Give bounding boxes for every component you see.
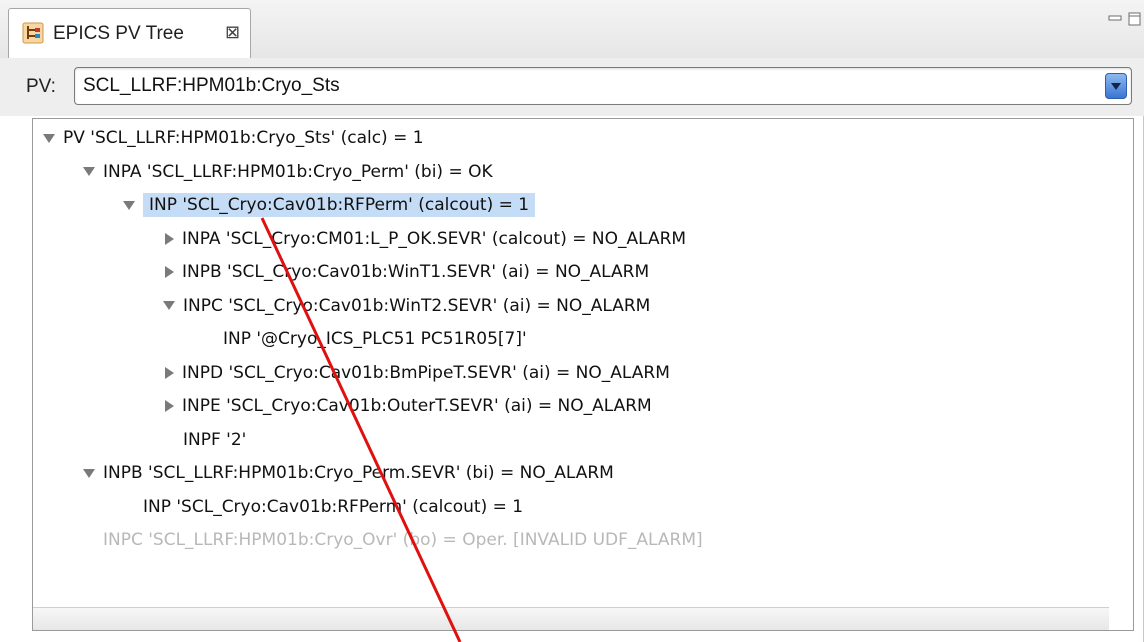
tree-node[interactable]: INP '@Cryo_ICS_PLC51 PC51R05[7]': [223, 322, 527, 356]
expanded-triangle-icon[interactable]: [83, 167, 95, 176]
tab-epics-pv-tree[interactable]: EPICS PV Tree ⊠: [8, 8, 251, 59]
pv-dropdown-button[interactable]: [1105, 73, 1127, 99]
tree-node-label: INPB 'SCL_Cryo:Cav01b:WinT1.SEVR' (ai) =…: [182, 262, 650, 282]
pv-name-row: PV:: [0, 58, 1144, 116]
expanded-triangle-icon[interactable]: [43, 133, 55, 143]
tree-node[interactable]: INPC 'SCL_Cryo:Cav01b:WinT2.SEVR' (ai) =…: [163, 289, 650, 323]
tree-node[interactable]: PV 'SCL_LLRF:HPM01b:Cryo_Sts' (calc) = 1: [43, 121, 424, 155]
tree-node[interactable]: INPA 'SCL_Cryo:CM01:L_P_OK.SEVR' (calcou…: [163, 222, 686, 256]
view-tab-bar: EPICS PV Tree ⊠: [0, 0, 1144, 59]
pv-label: PV:: [26, 76, 56, 97]
tree-node-label: INPF '2': [183, 429, 247, 450]
pv-tree-app-icon: [22, 22, 44, 44]
tree-node-label: INPA 'SCL_LLRF:HPM01b:Cryo_Perm' (bi) = …: [103, 161, 493, 182]
expanded-triangle-icon[interactable]: [123, 200, 135, 210]
collapsed-triangle-icon[interactable]: [165, 366, 174, 379]
tree-node-label: INP '@Cryo_ICS_PLC51 PC51R05[7]': [223, 329, 527, 349]
chevron-down-icon: [1111, 83, 1121, 90]
pv-combo[interactable]: [74, 67, 1132, 105]
expanded-triangle-icon[interactable]: [163, 301, 175, 310]
horizontal-scrollbar[interactable]: [33, 607, 1109, 630]
collapsed-triangle-icon[interactable]: [165, 266, 174, 278]
maximize-icon[interactable]: [1128, 12, 1142, 26]
tree-node-label: INPD 'SCL_Cryo:Cav01b:BmPipeT.SEVR' (ai)…: [182, 362, 670, 383]
expanded-triangle-icon[interactable]: [83, 468, 95, 478]
tree-node-label: INP 'SCL_Cryo:Cav01b:RFPerm' (calcout) =…: [143, 193, 536, 217]
tree-node[interactable]: INPB 'SCL_Cryo:Cav01b:WinT1.SEVR' (ai) =…: [163, 255, 649, 289]
tab-title: EPICS PV Tree: [53, 23, 184, 44]
tree-node-label: PV 'SCL_LLRF:HPM01b:Cryo_Sts' (calc) = 1: [63, 128, 424, 148]
tree-node[interactable]: INP 'SCL_Cryo:Cav01b:RFPerm' (calcout) =…: [143, 490, 523, 524]
pv-tree-view: EPICS PV Tree ⊠ PV: PV 'SCL_LLRF:HPM01b:…: [0, 0, 1144, 642]
tree-node[interactable]: INPB 'SCL_LLRF:HPM01b:Cryo_Perm.SEVR' (b…: [83, 456, 614, 490]
tree-node[interactable]: INPF '2': [183, 423, 246, 457]
tree-node-label: INP 'SCL_Cryo:Cav01b:RFPerm' (calcout) =…: [143, 496, 524, 517]
minimize-icon[interactable]: [1108, 12, 1122, 26]
tree-node-label: INPC 'SCL_Cryo:Cav01b:WinT2.SEVR' (ai) =…: [183, 295, 651, 316]
collapsed-triangle-icon[interactable]: [165, 400, 174, 412]
pv-tree[interactable]: PV 'SCL_LLRF:HPM01b:Cryo_Sts' (calc) = 1…: [32, 118, 1134, 631]
tree-node-label: INPB 'SCL_LLRF:HPM01b:Cryo_Perm.SEVR' (b…: [103, 463, 614, 483]
tree-node-label: INPA 'SCL_Cryo:CM01:L_P_OK.SEVR' (calcou…: [182, 228, 687, 249]
tree-node[interactable]: INPC 'SCL_LLRF:HPM01b:Cryo_Ovr' (bo) = O…: [103, 523, 703, 557]
tree-node[interactable]: INPE 'SCL_Cryo:Cav01b:OuterT.SEVR' (ai) …: [163, 389, 652, 423]
tree-node[interactable]: INP 'SCL_Cryo:Cav01b:RFPerm' (calcout) =…: [123, 188, 536, 222]
tree-node[interactable]: INPA 'SCL_LLRF:HPM01b:Cryo_Perm' (bi) = …: [83, 155, 493, 189]
tree-node-label: INPC 'SCL_LLRF:HPM01b:Cryo_Ovr' (bo) = O…: [103, 530, 703, 550]
pv-input[interactable]: [83, 68, 1091, 104]
tree-node[interactable]: INPD 'SCL_Cryo:Cav01b:BmPipeT.SEVR' (ai)…: [163, 356, 670, 390]
close-icon[interactable]: ⊠: [225, 22, 240, 43]
tree-node-label: INPE 'SCL_Cryo:Cav01b:OuterT.SEVR' (ai) …: [182, 396, 652, 416]
collapsed-triangle-icon[interactable]: [165, 232, 174, 245]
